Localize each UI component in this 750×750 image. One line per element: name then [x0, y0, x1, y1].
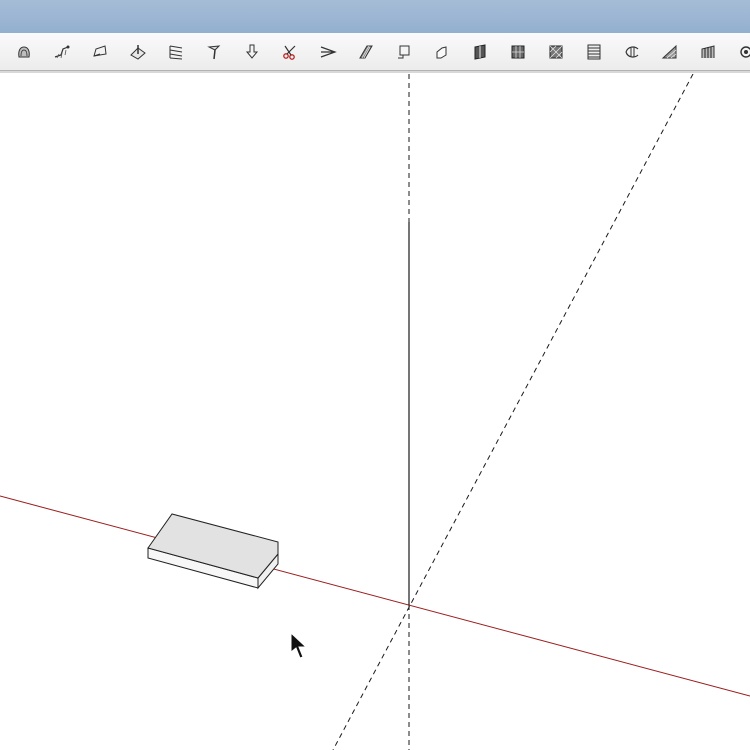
crosshatch-icon[interactable]: [545, 41, 567, 63]
sandbox-from-scratch-icon[interactable]: [51, 41, 73, 63]
modeling-viewport[interactable]: [0, 74, 750, 750]
title-bar[interactable]: [0, 0, 750, 33]
window-frame-icon[interactable]: [393, 41, 415, 63]
grid-panel-icon[interactable]: [507, 41, 529, 63]
stripes-icon[interactable]: [583, 41, 605, 63]
red-axis-line: [0, 495, 750, 697]
door-shape-icon[interactable]: [431, 41, 453, 63]
scissors-icon[interactable]: [279, 41, 301, 63]
curved-wall-icon[interactable]: [621, 41, 643, 63]
sandbox-from-contours-icon[interactable]: [13, 41, 35, 63]
flip-edge-icon[interactable]: [241, 41, 263, 63]
green-axis-dashed: [332, 74, 694, 750]
drape-icon[interactable]: [165, 41, 187, 63]
settings-gear-icon[interactable]: [735, 41, 750, 63]
box-object[interactable]: [147, 513, 279, 590]
ramp-icon[interactable]: [659, 41, 681, 63]
flatten-icon[interactable]: [317, 41, 339, 63]
sketchup-window: [0, 0, 750, 750]
scene-canvas[interactable]: [0, 74, 750, 750]
add-detail-icon[interactable]: [203, 41, 225, 63]
fence-icon[interactable]: [697, 41, 719, 63]
stamp-icon[interactable]: [127, 41, 149, 63]
arrow-cursor: [290, 631, 308, 659]
panel-split-icon[interactable]: [469, 41, 491, 63]
hatch-panel-icon[interactable]: [355, 41, 377, 63]
smoove-icon[interactable]: [89, 41, 111, 63]
sandbox-toolbar: [0, 33, 750, 73]
